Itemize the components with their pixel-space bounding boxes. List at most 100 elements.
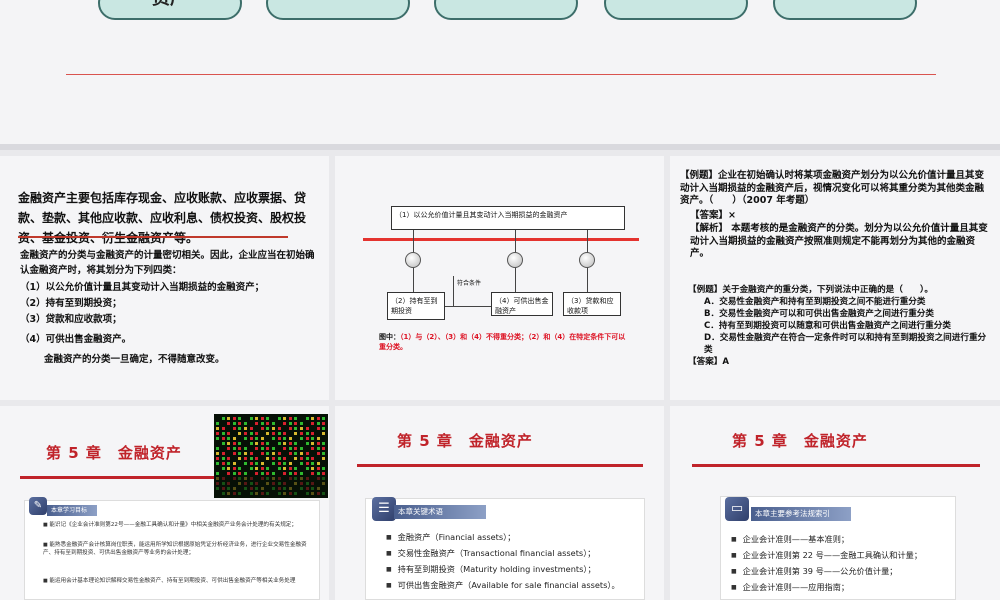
- stock-dot: [266, 452, 270, 455]
- stock-dot: [227, 472, 231, 475]
- stock-dot: [294, 427, 298, 430]
- stock-dot: [316, 462, 320, 465]
- list-item: （2）持有至到期投资；: [20, 298, 122, 309]
- slide-thumbnail-top[interactable]: 资产: [0, 0, 1000, 150]
- list-item: 企业会计准则第 39 号——公允价值计量；: [731, 565, 898, 578]
- stock-dot: [288, 492, 292, 495]
- list-item: 能熟悉金融资产会计核算岗位职责，能运用所学知识根据原始凭证分析经济业务，进行企业…: [43, 541, 313, 557]
- stock-board-image: [214, 414, 328, 498]
- nav-pill-5[interactable]: [773, 0, 917, 20]
- stock-dot: [283, 462, 287, 465]
- option-a: A．交易性金融资产和持有至到期投资之间不能进行重分类: [704, 297, 926, 307]
- stock-dot: [277, 417, 281, 420]
- stock-dot: [260, 437, 264, 440]
- list-item: 可供出售金融资产（Available for sale financial as…: [386, 579, 620, 592]
- slide-thumbnail-examples[interactable]: 【例题】企业在初始确认时将某项金融资产划分为以公允价值计量且其变动计入当期损益的…: [670, 156, 1000, 400]
- stock-dot: [283, 422, 287, 425]
- list-item: （3）贷款和应收款项；: [20, 314, 122, 325]
- stock-dot: [244, 432, 247, 435]
- stock-dot: [272, 482, 275, 485]
- stock-dot: [266, 447, 270, 450]
- stock-dot: [260, 452, 264, 455]
- stock-dot: [232, 427, 236, 430]
- lead-paragraph: 金融资产主要包括库存现金、应收账款、应收票据、贷款、垫款、其他应收款、应收利息、…: [18, 191, 307, 245]
- slide-thumbnail-terms[interactable]: 第 5 章 金融资产 ☰ 本章关键术语 金融资产（Financial asset…: [335, 406, 664, 600]
- slide-thumbnail-classification[interactable]: 金融资产主要包括库存现金、应收账款、应收票据、贷款、垫款、其他应收款、应收利息、…: [0, 156, 329, 400]
- stock-dot: [277, 482, 281, 485]
- stock-dot: [221, 482, 225, 485]
- list-item: （1）以公允价值计量且其变动计入当期损益的金融资产；: [20, 282, 265, 293]
- stock-dot: [221, 427, 225, 430]
- stock-dot: [277, 427, 281, 430]
- stock-dot: [288, 437, 292, 440]
- stock-dot: [227, 422, 231, 425]
- stock-dot: [322, 452, 326, 455]
- red-bar: [363, 238, 639, 241]
- stock-dot: [288, 422, 292, 425]
- stock-dot: [227, 432, 231, 435]
- option-b: B．交易性金融资产可以和可供出售金融资产之间进行重分类: [704, 309, 934, 319]
- stock-dot: [316, 477, 320, 480]
- stock-dot: [277, 477, 281, 480]
- stock-dot: [272, 462, 275, 465]
- stock-dot: [260, 467, 264, 470]
- question-text: 【例题】企业在初始确认时将某项金融资产划分为以公允价值计量且其变动计入当期损益的…: [680, 170, 985, 207]
- stock-dot: [283, 457, 287, 460]
- stock-dot: [294, 477, 298, 480]
- stock-dot: [255, 442, 259, 445]
- stock-dot: [227, 462, 231, 465]
- stock-dot: [311, 492, 315, 495]
- stock-dot: [244, 457, 247, 460]
- condition-label: 符合条件: [457, 280, 482, 287]
- terms-panel: ☰ 本章关键术语 金融资产（Financial assets）； 交易性金融资产…: [365, 497, 645, 600]
- nav-pill-3[interactable]: [434, 0, 578, 20]
- stock-dot: [294, 442, 298, 445]
- stock-dot: [305, 427, 309, 430]
- stock-dot: [277, 457, 281, 460]
- stock-dot: [277, 462, 281, 465]
- stock-dot: [316, 427, 320, 430]
- slide-thumbnail-regulations[interactable]: 第 5 章 金融资产 ▭ 本章主要参考法规索引 企业会计准则——基本准则； 企业…: [670, 406, 1000, 600]
- stock-dot: [272, 437, 275, 440]
- stock-dot: [288, 462, 292, 465]
- slide-thumbnail-diagram[interactable]: （1）以公允价值计量且其变动计入当期损益的金融资产 符合条件 （2）持有至到期投…: [335, 156, 664, 400]
- stock-dot: [322, 492, 326, 495]
- stock-dot: [260, 427, 264, 430]
- stock-dot: [294, 467, 298, 470]
- stock-dot: [249, 477, 253, 480]
- nav-pill-1[interactable]: 资产: [98, 0, 242, 20]
- stock-dot: [244, 437, 247, 440]
- nav-pill-4[interactable]: [604, 0, 748, 20]
- stock-dot: [311, 482, 315, 485]
- stock-dot: [260, 472, 264, 475]
- stock-dot: [300, 452, 303, 455]
- stock-dot: [238, 482, 242, 485]
- stock-dot: [227, 492, 231, 495]
- stock-dot: [283, 437, 287, 440]
- nav-pill-2[interactable]: [266, 0, 410, 20]
- stock-dot: [316, 437, 320, 440]
- stock-dot: [277, 442, 281, 445]
- stock-dot: [322, 432, 326, 435]
- stock-dot: [266, 417, 270, 420]
- stock-dot: [255, 482, 259, 485]
- stock-dot: [216, 452, 219, 455]
- stock-dot: [249, 442, 253, 445]
- stock-dot: [238, 457, 242, 460]
- panel-title: 本章主要参考法规索引: [751, 507, 851, 521]
- stock-dot: [288, 427, 292, 430]
- slide-thumbnail-objectives[interactable]: 第 5 章 金融资产 ✎ 本章学习目标 能识记《企业会计准则第22号——金融工具…: [0, 406, 329, 600]
- stock-dot: [255, 487, 259, 490]
- stock-dot: [221, 462, 225, 465]
- diagram-box-3: （3）贷款和应收款项: [563, 292, 621, 316]
- stock-dot: [238, 417, 242, 420]
- stock-dot: [288, 417, 292, 420]
- stock-dot: [322, 422, 326, 425]
- note-text: （1）与（2）、（3）和（4）不得重分类；（2）和（4）在特定条件下可以重分类。: [379, 333, 626, 351]
- stock-dot: [221, 432, 225, 435]
- stock-dot: [311, 422, 315, 425]
- stock-dot: [305, 437, 309, 440]
- stock-dot: [232, 472, 236, 475]
- stock-dot: [283, 447, 287, 450]
- diagram-box-2: （2）持有至到期投资: [387, 292, 445, 320]
